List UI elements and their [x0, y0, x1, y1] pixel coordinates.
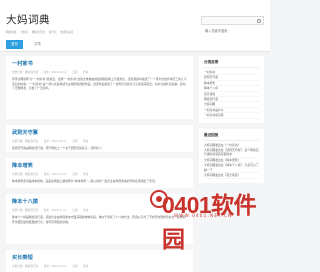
post-excerpt: 降本增笑原词是降本增效，后来在网络上被戏称为“降本增笑”，用以讽刺一些企业在降低…	[12, 179, 158, 183]
categories-widget: 分类目录 一村家书 武则天守寡 降本增笑 降本十八摸 买长乘短 网络流行语 大妈…	[199, 56, 264, 123]
page: 大妈词典 网络用语 大妈词 网络流行语 流行词 热搜词来源 首页 文章 一村家书…	[0, 0, 270, 272]
post-author[interactable]: 作者	[83, 71, 88, 74]
post-category[interactable]: 文章分类：网络流行语	[12, 140, 38, 143]
post-category[interactable]: 文章分类：网络流行语	[12, 265, 38, 268]
recent-comment[interactable]: 大妈词典发表在《武则天守寡》：这个网络流行语的意思其实很简单	[204, 148, 259, 158]
search-box	[201, 16, 264, 35]
post-author[interactable]: 作者	[83, 140, 88, 143]
post-date-label: 日期	[72, 173, 78, 176]
post-card: 一村家书 文章分类：网络流行语 发布：2022-01-xx 日期 作者 有传言网…	[6, 56, 193, 119]
post-meta: 文章分类：网络流行语 发布：2023-11-xx 日期 作者	[12, 208, 187, 212]
post-excerpt: 降本十八摸是网络流行语，意指企业在降低成本方面采取的种种手段，类似于摸索了十八种…	[12, 215, 186, 224]
tagline-item: 网络用语	[6, 31, 17, 34]
post-card: 武则天守寡 文章分类：网络流行语 发布：2022-01-xx 日期 作者 武则天…	[6, 125, 193, 152]
post-date-label: 日期	[72, 209, 78, 212]
recent-comment[interactable]: 大妈词典发表在《买长乘短》	[204, 173, 259, 179]
post-excerpt: 有传言网络称 为“一村家书”的说法，近期“一村家书”这篇文章被拍成短视频在网上引…	[12, 77, 187, 91]
nav-home[interactable]: 首页	[6, 40, 23, 49]
search-icon[interactable]	[257, 19, 261, 23]
post-meta: 文章分类：网络流行语 发布：2022-01-xx 日期 作者	[12, 70, 187, 74]
tagline-item: 热搜词来源	[60, 31, 74, 34]
search-input[interactable]	[202, 27, 254, 35]
post-title[interactable]: 武则天守寡	[12, 129, 187, 136]
post-list: 一村家书 文章分类：网络流行语 发布：2022-01-xx 日期 作者 有传言网…	[6, 56, 193, 272]
nav-articles[interactable]: 文章	[30, 40, 45, 49]
post-title[interactable]: 降本增笑	[12, 162, 187, 169]
post-date: 发布：2022-01-xx	[43, 71, 67, 74]
post-date-label: 日期	[72, 71, 78, 74]
post-date: 发布：2023-11-xx	[43, 209, 67, 212]
post-date: 发布：2023-11-xx	[43, 265, 67, 268]
post-title[interactable]: 降本十八摸	[12, 198, 187, 205]
tagline-item: 流行词	[48, 31, 57, 34]
site-logo[interactable]: 大妈词典	[6, 12, 50, 27]
post-meta: 文章分类：网络流行语 发布：2022-01-xx 日期 作者	[12, 139, 187, 143]
widget-title: 最近回复	[204, 133, 259, 141]
post-author[interactable]: 作者	[83, 265, 88, 268]
post-meta: 文章分类：网络流行语 发布：2023-11-xx 日期 作者	[12, 264, 187, 268]
post-excerpt: 武则天守寡是网络流行语，源于网络上一个关于武则天的段子，流传甚广。	[12, 146, 105, 150]
post-meta: 文章分类：网络流行语 发布：2023-11-xx 日期 作者	[12, 172, 187, 176]
recent-comment[interactable]: 大妈词典发表在《降本十八摸》：大家可以了解一下	[204, 163, 259, 174]
post-date: 发布：2023-11-xx	[43, 173, 67, 176]
post-date-label: 日期	[72, 265, 78, 268]
sidebar: 分类目录 一村家书 武则天守寡 降本增笑 降本十八摸 买长乘短 网络流行语 大妈…	[199, 56, 264, 189]
post-title[interactable]: 买长乘短	[12, 254, 187, 261]
post-card: 降本十八摸 文章分类：网络流行语 发布：2023-11-xx 日期 作者 降本十…	[6, 194, 193, 244]
post-card: 买长乘短 文章分类：网络流行语 发布：2023-11-xx 日期 作者	[6, 250, 193, 272]
post-category[interactable]: 文章分类：网络流行语	[12, 71, 38, 74]
tagline-item: 网络流行语	[31, 31, 45, 34]
main-nav: 首页 文章	[0, 39, 270, 51]
tagline-item: 大妈词	[20, 31, 28, 34]
site-tagline: 网络用语 大妈词 网络流行语 流行词 热搜词来源	[6, 30, 76, 34]
post-category[interactable]: 文章分类：网络流行语	[12, 209, 38, 212]
post-author[interactable]: 作者	[83, 209, 88, 212]
post-title[interactable]: 一村家书	[12, 60, 187, 67]
post-date: 发布：2022-01-xx	[43, 140, 67, 143]
post-date-label: 日期	[72, 140, 78, 143]
post-category[interactable]: 文章分类：网络流行语	[12, 173, 38, 176]
widget-title: 分类目录	[204, 60, 259, 68]
header: 大妈词典 网络用语 大妈词 网络流行语 流行词 热搜词来源 首页 文章	[0, 0, 270, 52]
recent-comments-widget: 最近回复 大妈词典发表在《一村家书》 大妈词典发表在《武则天守寡》：这个网络流行…	[199, 128, 264, 183]
category-link[interactable]: 一村家书啥意思	[204, 113, 259, 119]
post-author[interactable]: 作者	[83, 173, 88, 176]
post-card: 降本增笑 文章分类：网络流行语 发布：2023-11-xx 日期 作者 降本增笑…	[6, 158, 193, 188]
